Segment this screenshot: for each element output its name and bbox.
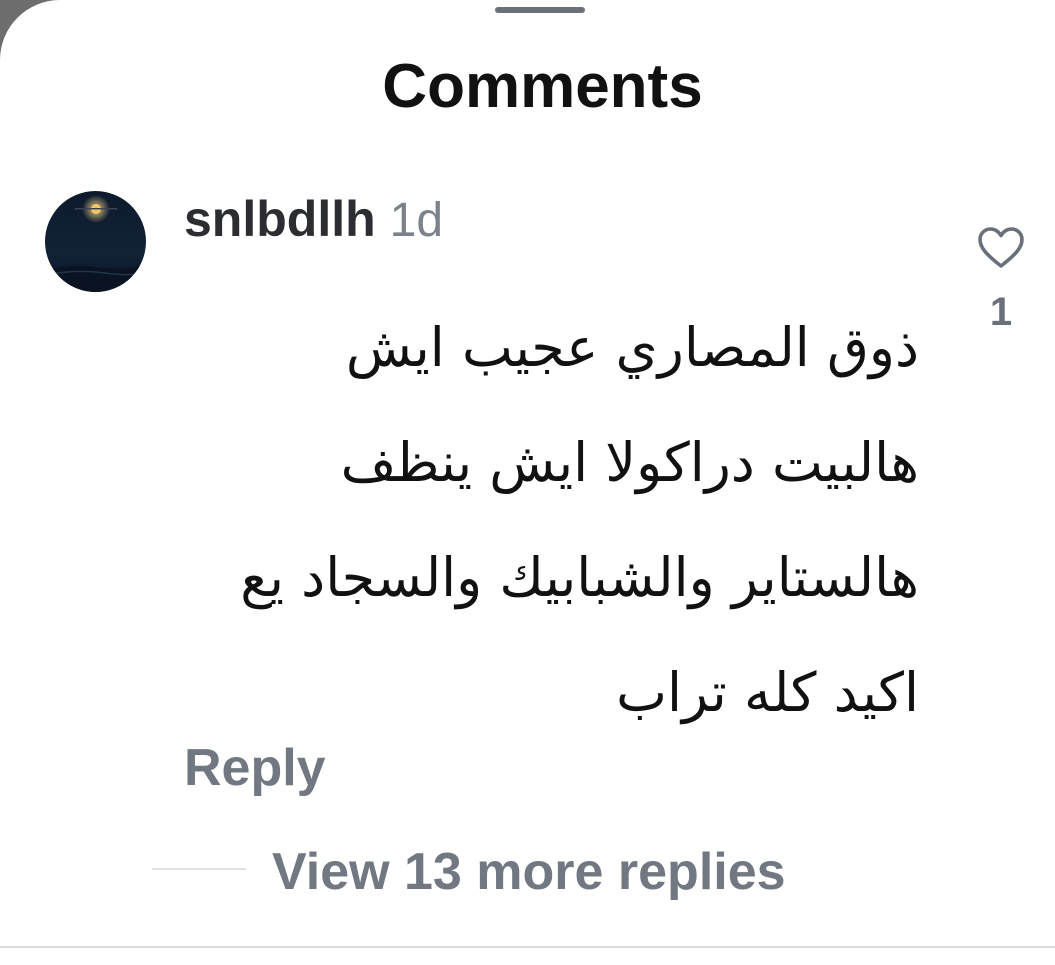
- drag-handle[interactable]: [495, 7, 585, 13]
- comments-sheet: Comments snlbdllh 1d ذوق المصاري عجيب اي…: [0, 0, 1055, 965]
- comment-timestamp: 1d: [389, 194, 444, 247]
- comment-text: ذوق المصاري عجيب ايش هالبيت دراكولا ايش …: [159, 290, 919, 750]
- comment-header: snlbdllh 1d: [184, 188, 443, 250]
- view-more-replies-button[interactable]: View 13 more replies: [272, 842, 786, 902]
- comment-text-line: هالستاير والشبابيك والسجاد يع: [240, 546, 919, 609]
- avatar[interactable]: [45, 191, 146, 292]
- replies-divider: [152, 868, 246, 870]
- comment-username[interactable]: snlbdllh: [184, 191, 376, 247]
- heart-outline-icon: [978, 227, 1024, 268]
- bottom-divider: [0, 946, 1055, 948]
- comment-text-line: اكيد كله تراب: [616, 661, 919, 724]
- heart-icon[interactable]: [977, 226, 1025, 270]
- sheet-title: Comments: [382, 52, 703, 121]
- comment-text-line: ذوق المصاري عجيب ايش: [345, 316, 919, 379]
- like-count: 1: [989, 290, 1013, 334]
- comment-text-line: هالبيت دراكولا ايش ينظف: [340, 431, 919, 494]
- reply-button[interactable]: Reply: [184, 738, 326, 798]
- night-moon-avatar-icon: [45, 191, 146, 292]
